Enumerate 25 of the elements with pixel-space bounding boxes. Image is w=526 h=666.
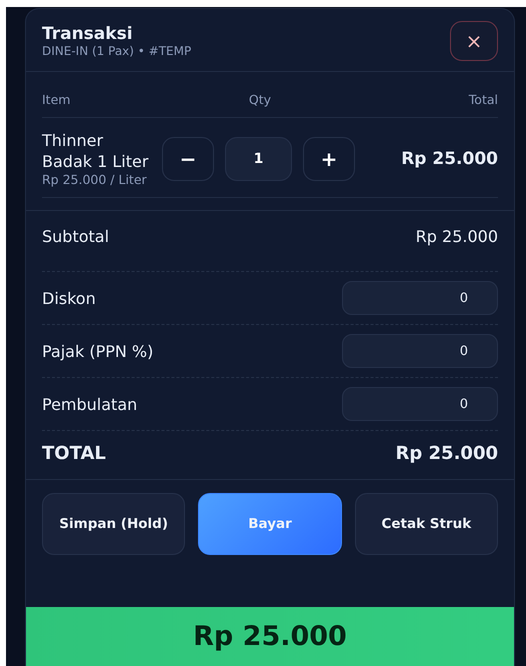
total-label: TOTAL — [42, 442, 106, 464]
summary-label: Pajak (PPN %) — [42, 342, 154, 360]
item-total: Rp 25.000 — [401, 148, 498, 168]
column-header: Item — [42, 92, 72, 107]
column-header: Qty — [248, 92, 272, 107]
action-button[interactable]: Cetak Struk — [354, 493, 498, 555]
quantity-field[interactable]: 1 — [225, 136, 292, 180]
summary-label: Subtotal — [42, 227, 110, 246]
column-header: Total — [468, 92, 498, 107]
decrease-button[interactable]: − — [162, 136, 214, 180]
summary-value: Rp 25.000 — [416, 227, 498, 246]
summary-label: Pembulatan — [42, 394, 138, 414]
panel-title: Transaksi — [42, 24, 134, 44]
total-value: Rp 25.000 — [396, 442, 498, 464]
pay-amount-button[interactable]: Rp 25.000 — [26, 607, 514, 666]
amount-input[interactable]: 0 — [342, 334, 498, 368]
close-button[interactable]: × — [450, 21, 498, 61]
action-button[interactable]: Simpan (Hold) — [42, 493, 186, 555]
amount-input[interactable]: 0 — [342, 281, 498, 315]
summary-label: Diskon — [42, 288, 96, 308]
item-name: Thinner Badak 1 Liter — [42, 130, 150, 172]
unit-price: Rp 25.000 / Liter — [42, 172, 148, 187]
increase-button[interactable]: + — [303, 136, 355, 180]
order-subtitle: DINE-IN (1 Pax) • #TEMP — [42, 44, 192, 58]
amount-input[interactable]: 0 — [342, 387, 498, 421]
